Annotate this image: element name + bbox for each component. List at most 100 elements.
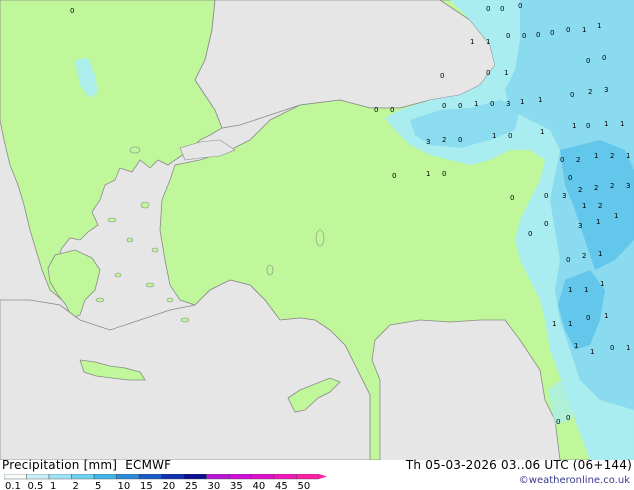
precip-value: 0: [560, 156, 564, 164]
precip-value: 2: [588, 88, 592, 96]
precip-value: 2: [578, 186, 582, 194]
precip-value: 1: [486, 38, 490, 46]
precip-value: 0: [508, 132, 512, 140]
legend-swatch: [26, 474, 50, 480]
precip-legend: 0.1 0.5 1 2 5 10 15 20 25 30 35 40 45 50: [4, 474, 327, 490]
precip-value: 1: [597, 22, 601, 30]
legend-arrow: [319, 474, 327, 479]
legend-label: 0.5: [28, 481, 44, 490]
precip-value: 0: [568, 174, 572, 182]
legend-label: 45: [275, 481, 288, 490]
precip-value: 2: [598, 202, 602, 210]
legend-swatch: [206, 474, 230, 480]
legend-label: 40: [253, 481, 266, 490]
legend-swatch: [116, 474, 140, 480]
precip-value: 0: [566, 256, 570, 264]
legend-swatch: [273, 474, 297, 480]
precip-value: 0: [458, 102, 462, 110]
precip-value: 1: [504, 69, 508, 77]
precip-value: 2: [442, 136, 446, 144]
precip-value: 1: [626, 152, 630, 160]
precip-value: 0: [440, 72, 444, 80]
precip-value: 1: [604, 312, 608, 320]
valid-time: Th 05-03-2026 03..06 UTC (06+144): [405, 458, 632, 472]
precip-value: 0: [442, 170, 446, 178]
legend-label: 20: [163, 481, 176, 490]
precip-value: 1: [596, 218, 600, 226]
precip-value: 0: [586, 122, 590, 130]
source-credit: ©weatheronline.co.uk: [518, 475, 630, 486]
precip-value: 0: [566, 26, 570, 34]
legend-swatch: [228, 474, 252, 480]
precip-value: 0: [510, 194, 514, 202]
precip-value: 0: [442, 102, 446, 110]
precipitation-map: 0 0 0 0 1 1 0 0 0 0 0 1 1 0 1 0 0 0 0 0 …: [0, 0, 634, 460]
precip-value: 1: [598, 250, 602, 258]
precip-value: 0: [586, 314, 590, 322]
map-title: Precipitation [mm] ECMWF: [2, 458, 171, 472]
precip-value: 1: [584, 286, 588, 294]
precip-value: 1: [470, 38, 474, 46]
precip-value: 3: [562, 192, 566, 200]
precip-value: 3: [578, 222, 582, 230]
precip-value: 0: [486, 69, 490, 77]
precip-value: 0: [586, 57, 590, 65]
precip-value: 1: [594, 152, 598, 160]
precip-value: 0: [522, 32, 526, 40]
precip-value: 1: [590, 348, 594, 356]
precip-value: 0: [458, 136, 462, 144]
precip-value: 0: [490, 100, 494, 108]
precip-value: 1: [474, 100, 478, 108]
precip-value: 0: [570, 91, 574, 99]
legend-label: 0.1: [5, 481, 21, 490]
precip-value: 2: [582, 252, 586, 260]
legend-swatch: [71, 474, 95, 480]
precip-value: 0: [486, 5, 490, 13]
model-label: ECMWF: [125, 458, 172, 472]
legend-swatch: [138, 474, 162, 480]
legend-label: 5: [95, 481, 101, 490]
legend-swatch: [93, 474, 117, 480]
precip-value: 1: [520, 98, 524, 106]
legend-label: 15: [140, 481, 153, 490]
precip-value: 0: [544, 192, 548, 200]
precip-value: 0: [556, 418, 560, 426]
weather-map-view: { "title": { "variable": "Precipitation …: [0, 0, 634, 490]
precip-value: 3: [426, 138, 430, 146]
precip-value: 3: [604, 86, 608, 94]
legend-swatch: [183, 474, 207, 480]
precip-value: 1: [568, 320, 572, 328]
legend-swatch: [48, 474, 72, 480]
precip-value: 1: [620, 120, 624, 128]
precip-value: 2: [594, 184, 598, 192]
legend-label: 30: [208, 481, 221, 490]
precip-value: 2: [576, 156, 580, 164]
precip-value: 1: [600, 280, 604, 288]
precip-value: 0: [518, 2, 522, 10]
precip-value: 1: [492, 132, 496, 140]
legend-label: 25: [185, 481, 198, 490]
precip-value: 0: [390, 106, 394, 114]
precip-value: 0: [602, 54, 606, 62]
precip-value: 3: [626, 182, 630, 190]
precip-value: 0: [610, 344, 614, 352]
legend-swatch: [161, 474, 185, 480]
precip-value: 0: [550, 29, 554, 37]
precip-value: 0: [392, 172, 396, 180]
legend-swatch: [251, 474, 275, 480]
precip-value: 0: [500, 5, 504, 13]
precip-value: 3: [506, 100, 510, 108]
precip-value: 1: [582, 202, 586, 210]
precip-value: 1: [540, 128, 544, 136]
precip-value: 1: [572, 122, 576, 130]
precip-value: 0: [566, 414, 570, 422]
map-footer: Precipitation [mm] ECMWF Th 05-03-2026 0…: [0, 458, 634, 490]
precip-value: 0: [544, 220, 548, 228]
precip-value: 1: [426, 170, 430, 178]
precip-value: 0: [528, 230, 532, 238]
legend-label: 50: [298, 481, 311, 490]
legend-label: 35: [230, 481, 243, 490]
precip-value: 1: [604, 120, 608, 128]
precip-value: 1: [574, 342, 578, 350]
precip-value: 1: [568, 286, 572, 294]
